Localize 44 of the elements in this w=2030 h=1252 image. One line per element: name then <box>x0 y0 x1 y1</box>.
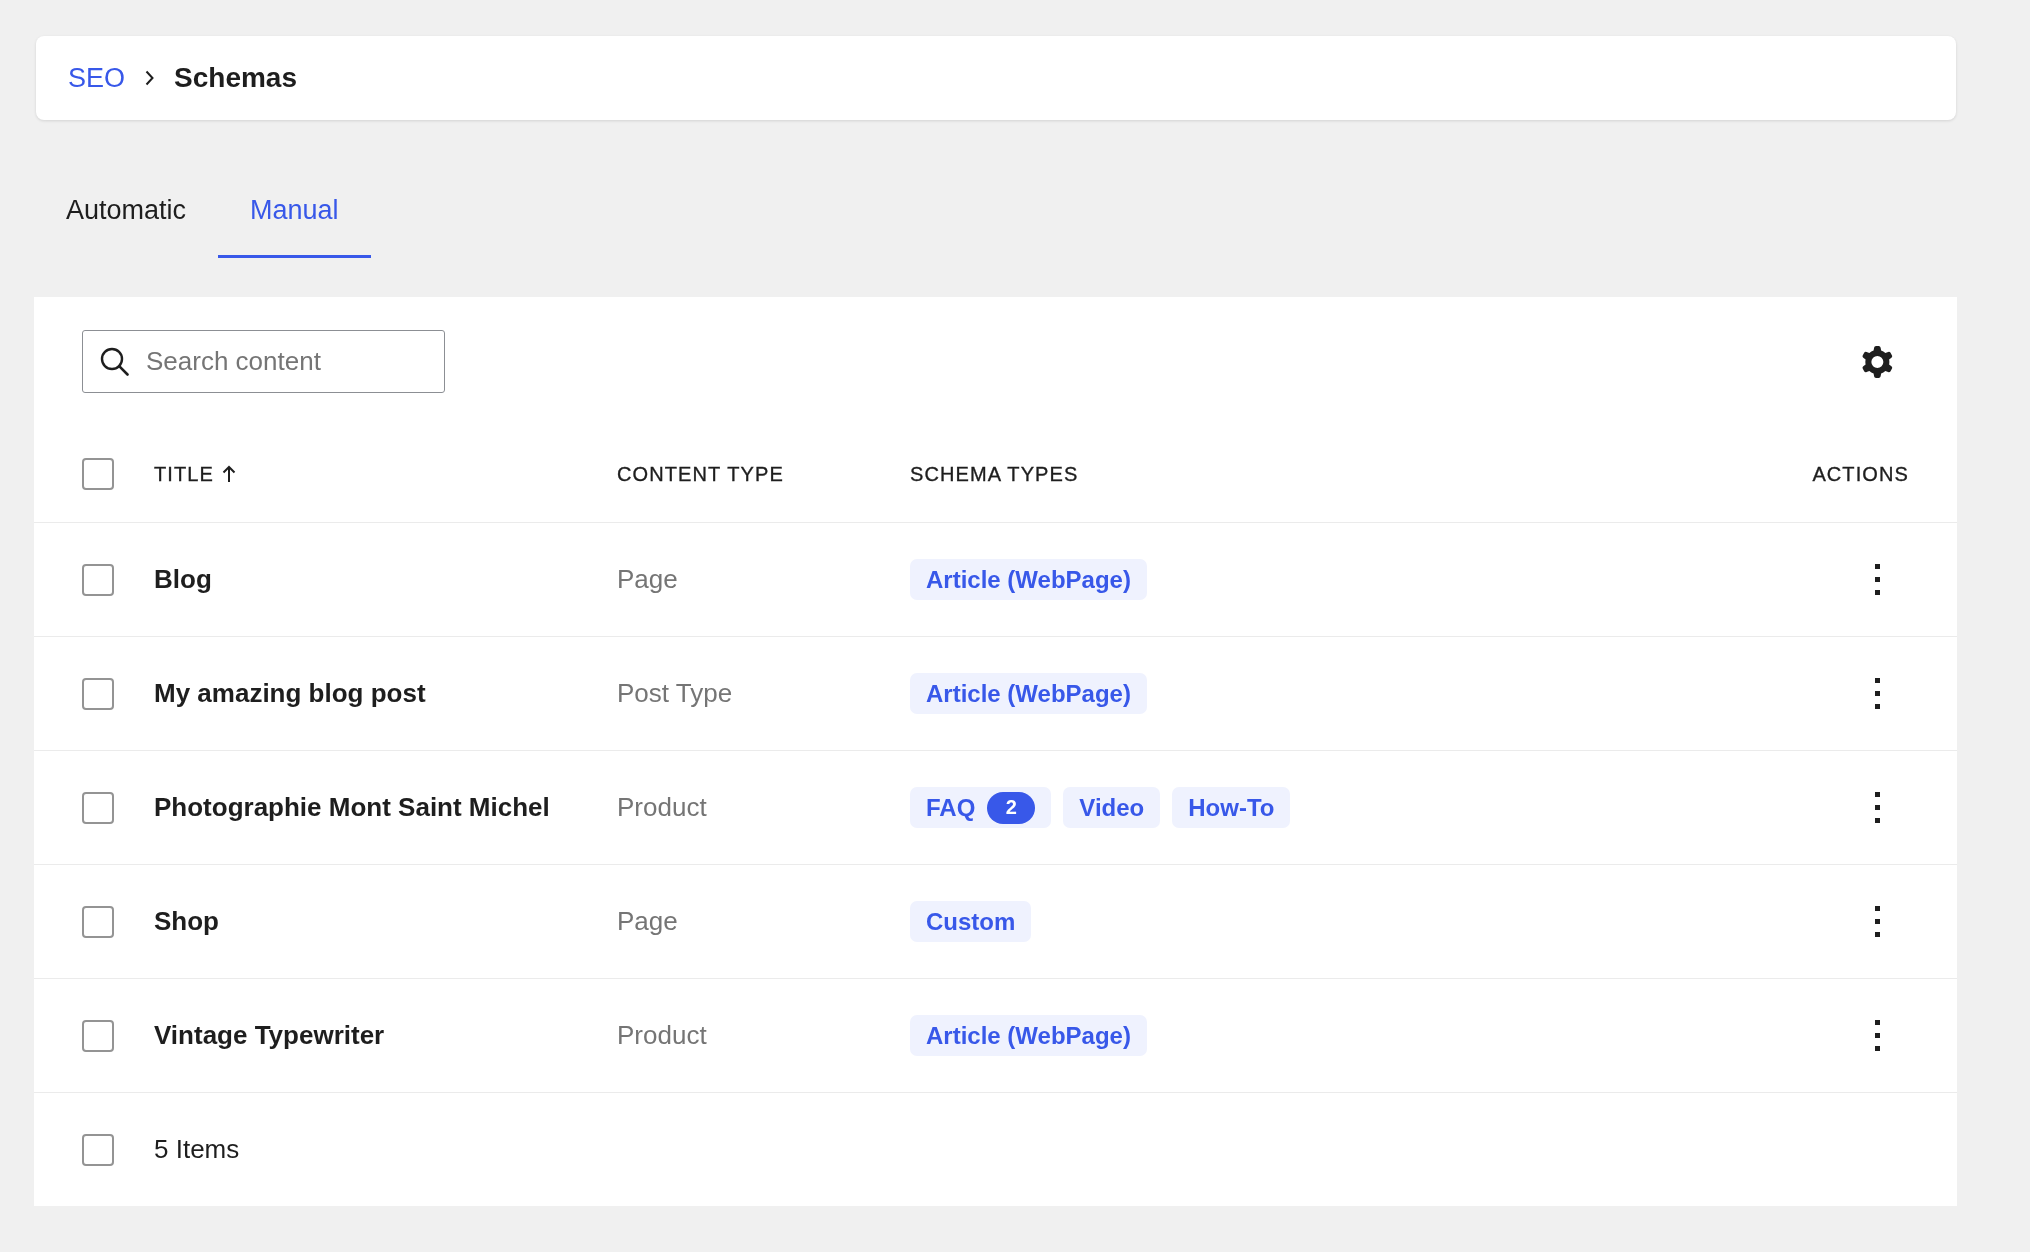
arrow-up-icon <box>221 465 236 483</box>
column-header: CONTENT TYPE <box>617 462 784 486</box>
chevron-right-icon <box>145 70 155 86</box>
row-title: Blog <box>154 564 212 594</box>
schema-tag: Article (WebPage) <box>910 1015 1147 1056</box>
more-vertical-icon <box>1874 792 1880 823</box>
column-header: ACTIONS <box>1812 462 1909 486</box>
content-type-text: Page <box>617 906 678 936</box>
schema-tag: Custom <box>910 901 1032 942</box>
checkbox[interactable] <box>82 1133 114 1166</box>
row-title: Vintage Typewriter <box>154 1020 385 1050</box>
tab[interactable]: Automatic <box>34 162 219 258</box>
breadcrumb-link[interactable]: SEO <box>68 62 126 94</box>
tab[interactable]: Manual <box>218 162 371 258</box>
schema-tag: How-To <box>1172 787 1291 828</box>
column-header: SCHEMA TYPES <box>910 462 1079 486</box>
more-vertical-icon <box>1874 1020 1880 1051</box>
content-type-text: Page <box>617 564 678 594</box>
breadcrumb-current: Schemas <box>174 62 297 94</box>
content-type-text: Post Type <box>617 678 733 708</box>
checkbox[interactable] <box>82 458 114 490</box>
more-vertical-icon <box>1874 906 1880 937</box>
row-title: Photographie Mont Saint Michel <box>154 792 550 822</box>
row-title: Shop <box>154 906 219 936</box>
schema-tag: Article (WebPage) <box>910 673 1147 714</box>
column-sort-button[interactable]: TITLE <box>154 462 236 486</box>
more-vertical-icon <box>1874 564 1880 595</box>
row-title: My amazing blog post <box>154 678 426 708</box>
checkbox[interactable] <box>82 791 114 824</box>
item-count: 5 Items <box>154 1134 240 1164</box>
content-type-text: Product <box>617 792 707 822</box>
schema-tag: Video <box>1063 787 1161 828</box>
search-field[interactable]: Search content <box>82 330 445 393</box>
checkbox[interactable] <box>82 677 114 710</box>
checkbox[interactable] <box>82 1019 114 1052</box>
schema-tag-label: FAQ <box>926 793 976 822</box>
checkbox[interactable] <box>82 563 114 596</box>
settings-icon <box>1861 345 1893 378</box>
search-icon <box>100 347 129 376</box>
count-badge: 2 <box>987 791 1036 824</box>
more-vertical-icon <box>1874 678 1880 709</box>
checkbox[interactable] <box>82 905 114 938</box>
schema-tag: Article (WebPage) <box>910 559 1147 600</box>
content-type-text: Product <box>617 1020 707 1050</box>
